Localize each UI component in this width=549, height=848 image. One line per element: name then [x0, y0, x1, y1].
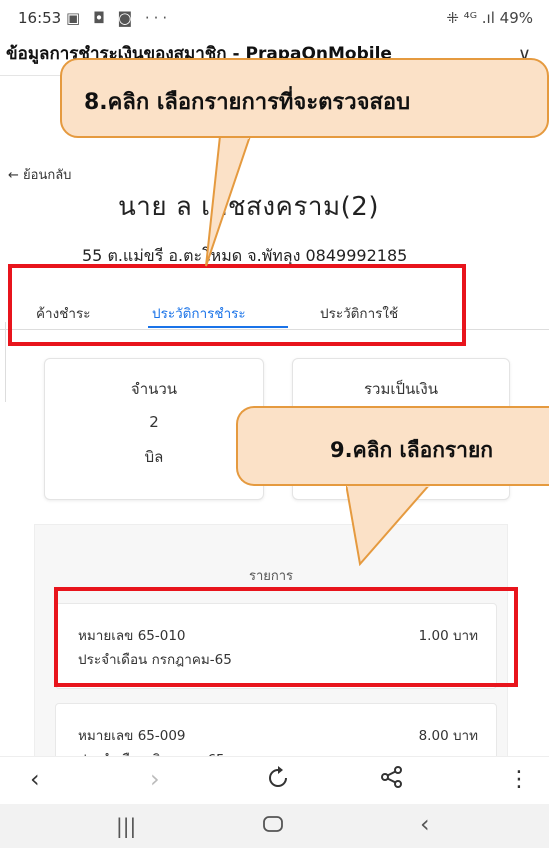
bill-count-unit: บิล	[144, 448, 164, 466]
share-icon[interactable]	[380, 765, 404, 795]
browser-toolbar: ‹ › ⋮	[0, 756, 549, 804]
back-icon[interactable]: ‹	[30, 765, 40, 793]
forward-icon[interactable]: ›	[150, 765, 160, 793]
home-icon[interactable]	[262, 814, 284, 838]
notification-icons: ▣ ◘ ◙ ···	[66, 9, 172, 27]
left-edge-line	[0, 322, 6, 402]
bill-number: หมายเลข 65-009	[78, 728, 186, 744]
bill-count-card: จำนวน 2 บิล	[44, 358, 264, 500]
battery-signal-indicator: ⁜ ⁴ᴳ .ıl 49%	[446, 9, 533, 27]
bill-count-label: จำนวน	[130, 380, 178, 398]
total-amount-label: รวมเป็นเงิน	[364, 380, 438, 398]
recent-apps-icon[interactable]: |||	[116, 814, 136, 838]
back-link[interactable]: ← ย้อนกลับ	[8, 164, 71, 185]
status-bar: 16:53 ▣ ◘ ◙ ··· ⁜ ⁴ᴳ .ıl 49%	[0, 0, 549, 36]
list-header: รายการ	[248, 569, 294, 584]
callout-step-9-text: 9.คลิก เลือกรายก	[330, 438, 493, 462]
clock: 16:53	[18, 9, 62, 27]
tabs-highlight-box	[8, 264, 466, 346]
callout-step-9: 9.คลิก เลือกรายก	[236, 406, 549, 486]
callout-step-8-text: 8.คลิก เลือกรายการที่จะตรวจสอบ	[84, 90, 411, 115]
bill-count-value: 2	[149, 413, 159, 431]
system-nav-bar: ||| ‹	[0, 804, 549, 848]
system-back-icon[interactable]: ‹	[420, 810, 430, 838]
more-options-icon[interactable]: ⋮	[508, 767, 530, 792]
callout-9-tail	[346, 484, 432, 566]
callout-step-8: 8.คลิก เลือกรายการที่จะตรวจสอบ	[60, 58, 549, 138]
list-item-highlight-box	[54, 587, 518, 687]
bill-amount: 8.00 บาท	[418, 728, 478, 744]
callout-8-tail	[205, 136, 252, 267]
reload-icon[interactable]	[266, 765, 290, 797]
